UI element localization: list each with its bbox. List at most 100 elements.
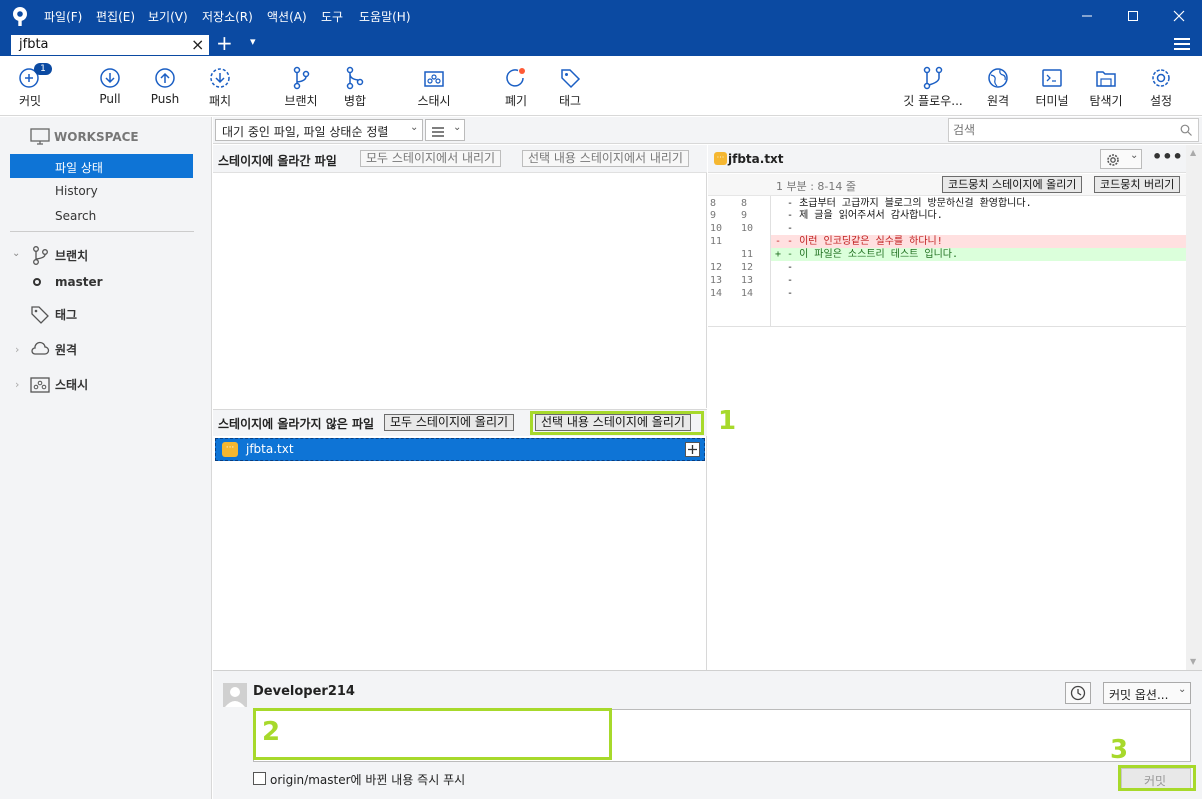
new-line-number: 9 — [741, 210, 748, 221]
commit-toolbar-button[interactable]: 1 커밋 — [12, 56, 52, 116]
sidebar-item-tags[interactable]: 태그 — [55, 306, 77, 323]
staged-header: 스테이지에 올라간 파일 모두 스테이지에서 내리기 선택 내용 스테이지에서 … — [213, 145, 707, 173]
sort-dropdown[interactable]: 대기 중인 파일, 파일 상태순 정렬 ⌄ — [215, 119, 423, 141]
sidebar-item-remotes[interactable]: 원격 — [55, 341, 77, 358]
branch-icon — [290, 66, 312, 90]
push-arrow-icon — [154, 66, 176, 90]
old-line-number: 11 — [710, 236, 723, 247]
diff-scrollbar[interactable]: ▲ ▼ — [1186, 145, 1202, 670]
menu-repository[interactable]: 저장소(R) — [202, 8, 253, 25]
old-line-number: 10 — [710, 223, 723, 234]
remote-label: 원격 — [986, 94, 1010, 108]
unstage-all-button[interactable]: 모두 스테이지에서 내리기 — [360, 150, 502, 167]
menu-actions[interactable]: 액션(A) — [267, 8, 307, 25]
diff-settings-dropdown[interactable]: ⌄ — [1100, 149, 1142, 169]
diff-line: 13 13 - — [708, 274, 1186, 287]
hamburger-menu-icon[interactable] — [1174, 37, 1190, 51]
file-modified-icon: ··· — [714, 152, 727, 165]
terminal-button[interactable]: 터미널 — [1032, 56, 1072, 116]
merge-label: 병합 — [343, 94, 367, 108]
branch-button[interactable]: 브랜치 — [281, 56, 321, 116]
list-item[interactable]: ··· jfbta.txt — [215, 438, 705, 461]
commit-history-button[interactable] — [1065, 682, 1091, 704]
unstage-selected-button[interactable]: 선택 내용 스테이지에서 내리기 — [522, 150, 689, 167]
pull-button[interactable]: Pull — [94, 56, 126, 116]
commit-label: 커밋 — [18, 94, 42, 108]
remotes-chevron-right-icon[interactable]: › — [15, 343, 19, 356]
diff-line: 14 14 - — [708, 287, 1186, 300]
search-icon — [1180, 124, 1192, 139]
diff-file-name: jfbta.txt — [728, 152, 784, 166]
branches-chevron-down-icon[interactable]: ⌄ — [12, 248, 20, 259]
commit-count-badge: 1 — [34, 63, 52, 75]
tab-label: jfbta — [19, 37, 49, 52]
tag-label: 태그 — [558, 94, 582, 108]
stash-button[interactable]: 스태시 — [414, 56, 454, 116]
pull-label: Pull — [99, 92, 121, 106]
stage-hunk-button[interactable]: 코드뭉치 스테이지에 올리기 — [942, 176, 1083, 193]
discard-label: 폐기 — [504, 94, 528, 108]
sidebar-item-history[interactable]: History — [55, 184, 98, 198]
merge-button[interactable]: 병합 — [340, 56, 370, 116]
fetch-button[interactable]: 패치 — [204, 56, 236, 116]
tab-close-icon[interactable]: × — [191, 35, 204, 54]
sidebar-item-branches[interactable]: 브랜치 — [55, 247, 88, 264]
chevron-down-icon: ⌄ — [1130, 150, 1139, 161]
stage-all-button[interactable]: 모두 스테이지에 올리기 — [384, 414, 515, 431]
more-options-icon[interactable]: ••• — [1152, 147, 1183, 166]
stash-label: 스태시 — [417, 94, 451, 108]
new-tab-icon[interactable]: + — [216, 31, 233, 55]
search-input[interactable] — [953, 121, 1173, 139]
settings-button[interactable]: 설정 — [1146, 56, 1176, 116]
commit-options-label: 커밋 옵션... — [1109, 688, 1169, 702]
remote-button[interactable]: 원격 — [984, 56, 1012, 116]
settings-label: 설정 — [1149, 94, 1173, 108]
stashes-chevron-right-icon[interactable]: › — [15, 378, 19, 391]
unstaged-panel: 스테이지에 올라가지 않은 파일 모두 스테이지에 올리기 선택 내용 스테이지… — [213, 409, 707, 670]
discard-button[interactable]: 폐기 — [502, 56, 530, 116]
git-flow-button[interactable]: 깃 플로우... — [900, 56, 966, 116]
app-logo — [11, 6, 29, 26]
view-mode-dropdown[interactable]: ⌄ — [425, 119, 465, 141]
menu-help[interactable]: 도움말(H) — [359, 8, 411, 25]
push-button[interactable]: Push — [148, 56, 182, 116]
sort-dropdown-value: 대기 중인 파일, 파일 상태순 정렬 — [222, 125, 389, 139]
scroll-up-icon[interactable]: ▲ — [1190, 148, 1196, 157]
menu-view[interactable]: 보기(V) — [148, 8, 188, 25]
tab-dropdown-icon[interactable]: ▾ — [250, 35, 256, 48]
explorer-button[interactable]: 탐색기 — [1086, 56, 1126, 116]
scroll-down-icon[interactable]: ▼ — [1190, 657, 1196, 666]
minimize-button[interactable] — [1064, 0, 1110, 32]
diff-line: 9 9 - 제 글을 읽어주셔서 감사합니다. — [708, 209, 1186, 222]
terminal-icon — [1041, 66, 1063, 90]
sidebar-item-file-status[interactable]: 파일 상태 — [10, 154, 193, 178]
search-box[interactable] — [948, 118, 1199, 142]
maximize-button[interactable] — [1110, 0, 1156, 32]
new-line-number: 14 — [741, 288, 754, 299]
new-line-number: 12 — [741, 262, 754, 273]
explorer-label: 탐색기 — [1089, 94, 1123, 108]
globe-icon — [987, 66, 1009, 90]
monitor-icon — [30, 128, 50, 149]
tag-icon — [30, 305, 50, 328]
filter-bar: 대기 중인 파일, 파일 상태순 정렬 ⌄ ⌄ — [213, 117, 1202, 144]
close-window-button[interactable] — [1156, 0, 1202, 32]
new-line-number: 10 — [741, 223, 754, 234]
list-icon — [432, 126, 444, 140]
commit-options-dropdown[interactable]: 커밋 옵션... ⌄ — [1103, 682, 1191, 704]
push-immediately-checkbox[interactable] — [253, 772, 266, 785]
menu-edit[interactable]: 편집(E) — [96, 8, 135, 25]
branch-master[interactable]: master — [55, 275, 103, 289]
menu-tools[interactable]: 도구 — [321, 8, 343, 25]
sidebar-item-search[interactable]: Search — [55, 209, 96, 223]
sidebar-item-stashes[interactable]: 스태시 — [55, 376, 88, 393]
stage-file-plus-icon[interactable] — [685, 442, 700, 457]
menu-file[interactable]: 파일(F) — [44, 8, 82, 25]
tag-button[interactable]: 태그 — [555, 56, 585, 116]
tab-jfbta[interactable]: jfbta × — [10, 34, 210, 56]
file-modified-icon: ··· — [222, 442, 238, 457]
highlight-box-2 — [253, 708, 612, 760]
discard-hunk-button[interactable]: 코드뭉치 버리기 — [1094, 176, 1181, 193]
merge-icon — [344, 66, 366, 90]
maximize-icon — [1128, 11, 1138, 21]
